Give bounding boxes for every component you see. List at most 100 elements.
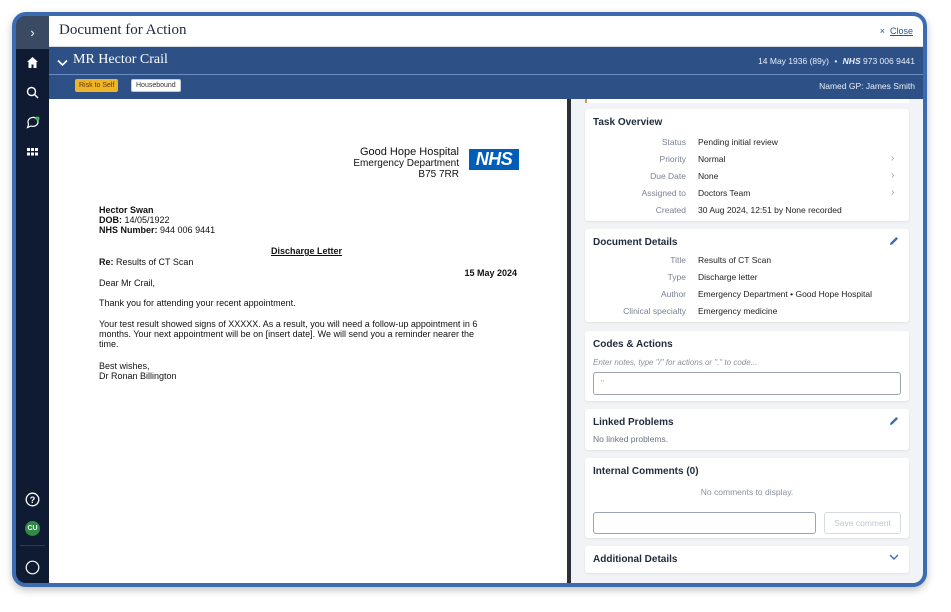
hospital-name: Good Hope Hospital — [359, 146, 459, 158]
letter-signoff-block: Best wishes, Dr Ronan Billington — [99, 361, 177, 381]
letter-heading: Discharge Letter — [271, 246, 343, 256]
title-value: Results of CT Scan — [698, 255, 772, 265]
type-value: Discharge letter — [698, 272, 758, 282]
nhs-number-label: NHS Number: — [99, 225, 158, 235]
letter-signoff: Best wishes, — [99, 361, 150, 371]
messages-icon[interactable] — [16, 110, 49, 134]
sidebar-expand-button[interactable]: › — [16, 16, 49, 49]
codes-actions-input-value: " — [601, 379, 604, 388]
task-side-panel: Task Overview Status Pending initial rev… — [571, 99, 923, 583]
patient-nhs-number: 973 006 9441 — [863, 56, 915, 66]
letter-subject: Results of CT Scan — [116, 257, 194, 267]
previous-card-edge — [585, 99, 909, 103]
edit-pencil-icon[interactable] — [888, 235, 900, 247]
re-label: Re: — [99, 257, 114, 267]
letter-paragraph-2-line: Your test result showed signs of XXXXX. … — [99, 319, 478, 329]
close-button[interactable]: × Close — [880, 26, 913, 36]
window-title: Document for Action — [59, 22, 187, 38]
status-value: Pending initial review — [698, 137, 778, 147]
author-value: Emergency Department • Good Hope Hospita… — [698, 289, 873, 299]
internal-comments-title: Internal Comments (0) — [593, 466, 699, 477]
internal-comments-empty: No comments to display. — [700, 487, 794, 497]
codes-actions-card: Codes & Actions Enter notes, type "/" fo… — [585, 331, 909, 401]
nhs-label: NHS — [842, 56, 861, 66]
letter-dob: 14/05/1922 — [124, 215, 170, 225]
nhs-logo: NHS — [469, 149, 519, 170]
letter-paragraph-2: Your test result showed signs of XXXXX. … — [99, 319, 477, 349]
window-titlebar: Document for Action × Close — [49, 16, 923, 47]
codes-actions-hint: Enter notes, type "/" for actions or "."… — [593, 358, 758, 367]
letter-paragraph-2-line: months. Your next appointment will be on… — [99, 329, 475, 339]
clinical-specialty-label: Clinical specialty — [623, 306, 686, 316]
close-icon: × — [879, 26, 885, 36]
created-label: Created — [655, 205, 686, 215]
svg-text:?: ? — [30, 495, 36, 505]
additional-details-card[interactable]: Additional Details — [585, 546, 909, 573]
housebound-flag[interactable]: Housebound — [131, 79, 181, 92]
chevron-down-icon[interactable] — [889, 554, 899, 561]
document-viewer[interactable]: Good Hope Hospital Emergency Department … — [49, 99, 567, 583]
title-label: Title — [670, 255, 686, 265]
patient-demographics: 14 May 1936 (89y) • NHS 973 006 9441 — [758, 56, 915, 66]
sidebar: › ? CU — [16, 16, 49, 583]
patient-banner: MR Hector Crail 14 May 1936 (89y) • NHS … — [49, 47, 923, 75]
document-details-card: Document Details Title Results of CT Sca… — [585, 229, 909, 322]
help-icon[interactable]: ? — [16, 487, 49, 511]
chevron-right-icon: › — [891, 170, 895, 181]
due-date-label: Due Date — [650, 171, 686, 181]
app-window: › ? CU Document for Action × Close MR He… — [12, 12, 927, 587]
chevron-right-icon: › — [891, 187, 895, 198]
codes-actions-title: Codes & Actions — [593, 339, 673, 350]
author-label: Author — [660, 289, 686, 299]
priority-value: Normal — [698, 154, 726, 164]
letter-nhs-number: 944 006 9441 — [160, 225, 216, 235]
risk-to-self-flag[interactable]: Risk to Self — [75, 79, 119, 92]
linked-problems-empty: No linked problems. — [593, 434, 669, 444]
hospital-postcode: B75 7RR — [418, 169, 459, 180]
search-icon[interactable] — [16, 80, 49, 104]
dob-label: DOB: — [99, 215, 122, 225]
created-value: 30 Aug 2024, 12:51 by None recorded — [698, 205, 842, 215]
sidebar-divider — [20, 545, 45, 546]
additional-details-title: Additional Details — [593, 554, 678, 565]
assigned-to-value: Doctors Team — [698, 188, 751, 198]
task-overview-title: Task Overview — [593, 117, 663, 128]
letter-paragraph-1: Thank you for attending your recent appo… — [99, 298, 296, 308]
letter-date: 15 May 2024 — [464, 268, 517, 278]
linked-problems-card: Linked Problems No linked problems. — [585, 409, 909, 450]
department-name: Emergency Department — [353, 158, 459, 169]
due-date-value: None — [698, 171, 719, 181]
chevron-down-icon[interactable] — [57, 54, 68, 72]
letter-re-line: Re: Results of CT Scan — [99, 257, 193, 267]
type-label: Type — [667, 272, 686, 282]
info-separator: • — [834, 56, 838, 66]
close-label: Close — [889, 26, 913, 36]
patient-name[interactable]: MR Hector Crail — [73, 52, 168, 68]
chevron-right-icon: › — [891, 153, 895, 164]
letter-salutation: Dear Mr Crail, — [99, 278, 156, 288]
priority-label: Priority — [659, 154, 686, 164]
status-circle-icon[interactable] — [16, 555, 49, 579]
letter-paragraph-2-line: time. — [99, 339, 119, 349]
patient-flags-bar: Risk to Self Housebound Named GP: James … — [49, 75, 923, 99]
edit-pencil-icon[interactable] — [888, 415, 900, 427]
letter-signature: Dr Ronan Billington — [99, 371, 177, 381]
letter-address: Good Hope Hospital Emergency Department … — [353, 146, 459, 181]
patient-details-block: Hector Swan DOB: 14/05/1922 NHS Number: … — [99, 205, 215, 235]
apps-grid-icon[interactable] — [16, 140, 49, 164]
assigned-to-label: Assigned to — [641, 188, 686, 198]
patient-dob: 14 May 1936 (89y) — [758, 56, 829, 66]
codes-actions-input[interactable]: " — [593, 372, 901, 395]
task-overview-card: Task Overview Status Pending initial rev… — [585, 109, 909, 221]
linked-problems-title: Linked Problems — [593, 417, 674, 428]
comment-input[interactable] — [593, 512, 816, 534]
named-gp: Named GP: James Smith — [819, 81, 915, 91]
user-avatar[interactable]: CU — [25, 521, 40, 536]
document-details-title: Document Details — [593, 237, 678, 248]
letter-patient-name: Hector Swan — [99, 205, 154, 215]
save-comment-button[interactable]: Save comment — [824, 512, 901, 534]
home-icon[interactable] — [16, 50, 49, 74]
status-label: Status — [661, 137, 686, 147]
internal-comments-card: Internal Comments (0) No comments to dis… — [585, 458, 909, 538]
clinical-specialty-value: Emergency medicine — [698, 306, 778, 316]
